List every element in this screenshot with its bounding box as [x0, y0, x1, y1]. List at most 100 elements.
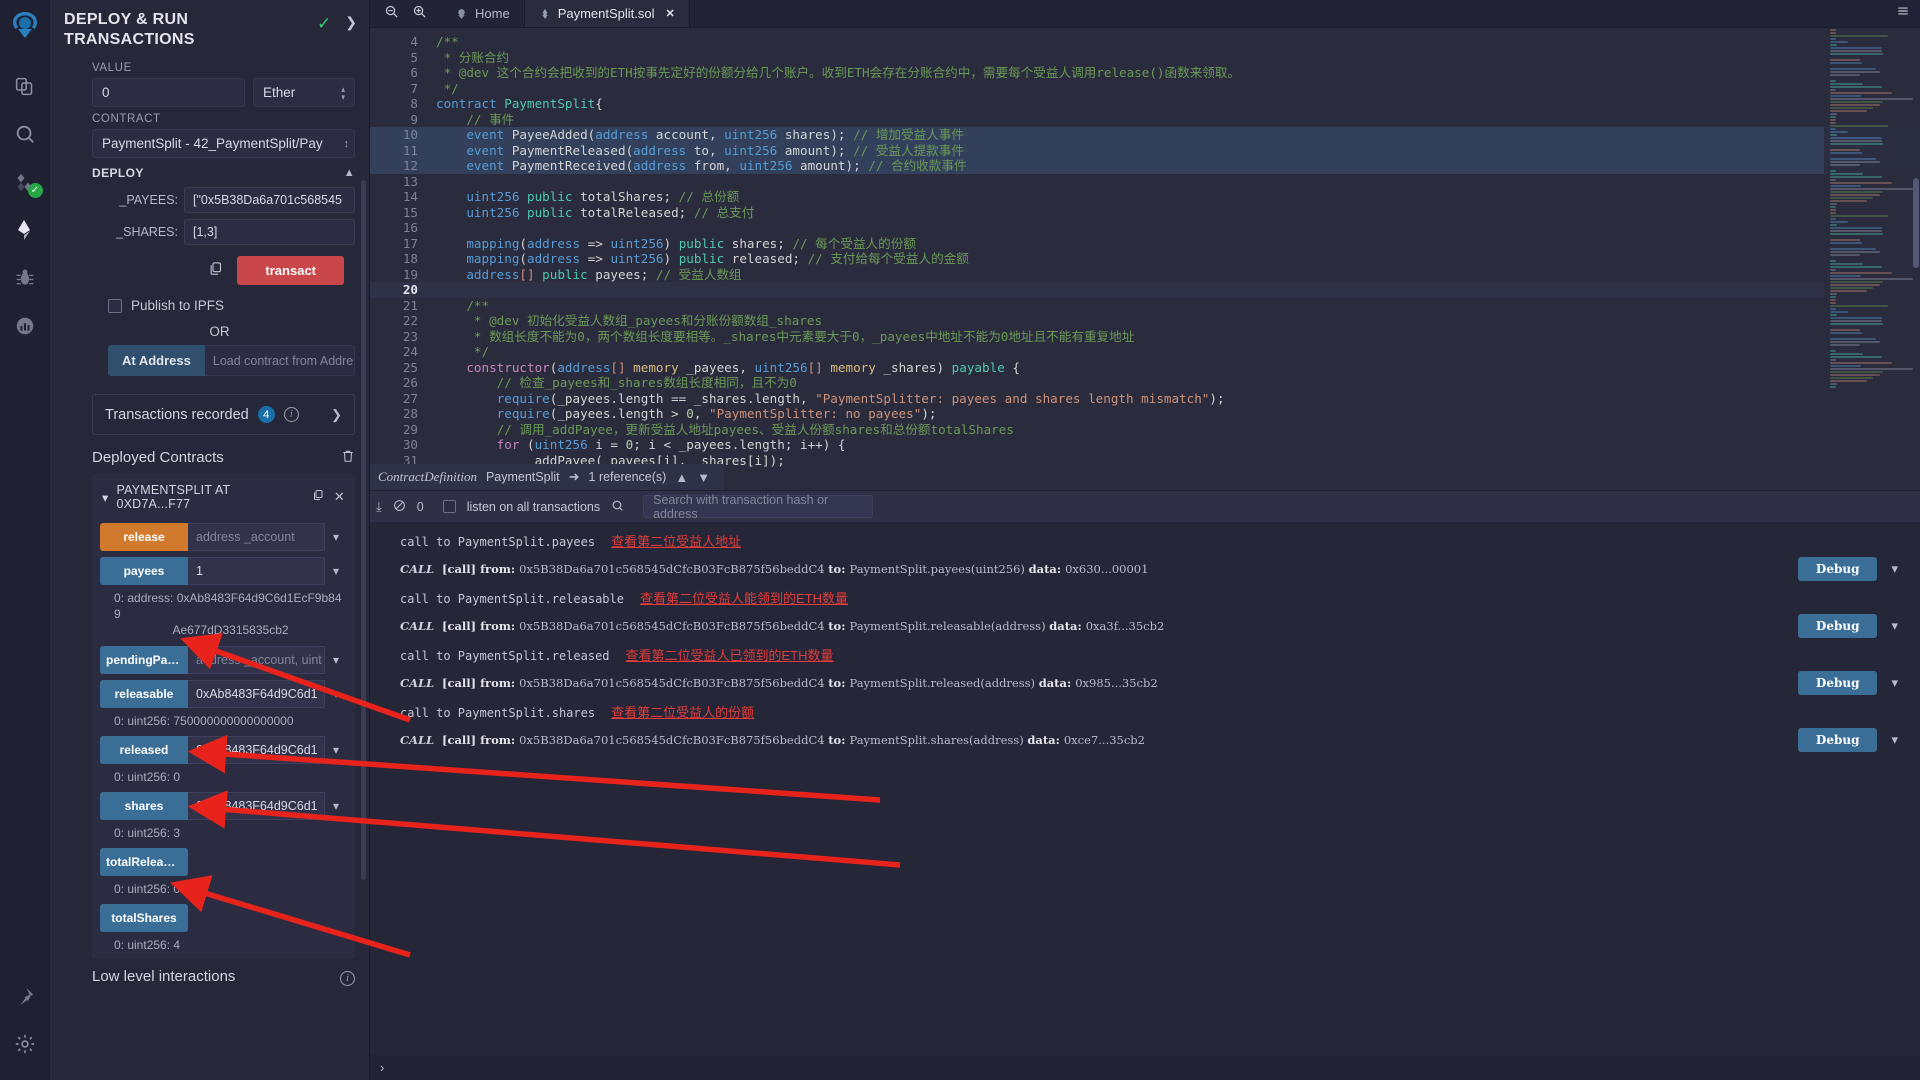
debug-button[interactable]: Debug [1797, 614, 1878, 638]
publish-ipfs-row[interactable]: Publish to IPFS [50, 291, 369, 315]
publish-ipfs-checkbox[interactable] [108, 298, 122, 313]
chevron-down-icon[interactable]: ▾ [1891, 619, 1898, 634]
code-line[interactable]: 10 event PayeeAdded(address account, uin… [370, 127, 1920, 143]
more-icon[interactable] [1896, 4, 1910, 23]
code-line[interactable]: 7 */ [370, 81, 1920, 97]
function-button-payees[interactable]: payees [100, 557, 188, 585]
code-line[interactable]: 8 contract PaymentSplit{ [370, 96, 1920, 112]
info-icon[interactable]: i [340, 968, 355, 986]
transact-button[interactable]: transact [237, 256, 344, 285]
panel-scrollbar[interactable] [361, 180, 366, 880]
value-input[interactable]: 0 [92, 78, 245, 107]
chevron-down-icon[interactable]: ▾ [325, 557, 347, 585]
debugger-icon[interactable] [3, 256, 47, 300]
payees-input[interactable]: ["0x5B38Da6a701c568545 [184, 187, 355, 213]
search-icon[interactable] [3, 112, 47, 156]
terminal-log-row[interactable]: CALL [call] from: 0x5B38Da6a701c568545dCf… [370, 553, 1920, 585]
contract-instance-header[interactable]: ▾ PAYMENTSPLIT AT 0XD7A...F77 ✕ [92, 474, 355, 520]
terminal-search-input[interactable]: Search with transaction hash or address [643, 493, 874, 521]
code-line[interactable]: 9 // 事件 [370, 112, 1920, 128]
deploy-section-header[interactable]: DEPLOY ▲ [50, 158, 369, 184]
function-input[interactable]: address _account, uint [188, 645, 325, 674]
code-line[interactable]: 5 * 分账合约 [370, 50, 1920, 66]
code-line[interactable]: 21 /** [370, 298, 1920, 314]
chevron-down-icon[interactable]: ▾ [325, 523, 347, 551]
debug-button[interactable]: Debug [1797, 557, 1878, 581]
code-editor[interactable]: 4/** 5 * 分账合约 6 * @dev 这个合约会把收到的ETH按事先定好的份… [370, 28, 1920, 490]
terminal-log-row[interactable]: CALL [call] from: 0x5B38Da6a701c568545dCf… [370, 610, 1920, 642]
function-button-released[interactable]: released [100, 735, 188, 764]
code-line[interactable]: 26 // 检查_payees和_shares数组长度相同，且不为0 [370, 375, 1920, 391]
code-line[interactable]: 13 [370, 174, 1920, 190]
code-line[interactable]: 19 address[] public payees; // 受益人数组 [370, 267, 1920, 283]
code-line[interactable]: 16 [370, 220, 1920, 236]
code-line[interactable]: 15 uint256 public totalReleased; // 总支付 [370, 205, 1920, 221]
code-line[interactable]: 28 require(_payees.length > 0, "PaymentS… [370, 406, 1920, 422]
chevron-down-icon[interactable]: ▾ [1891, 562, 1898, 577]
chevron-down-icon[interactable]: ▾ [325, 646, 347, 674]
chevron-down-icon[interactable]: ▼ [697, 470, 710, 485]
info-icon[interactable]: i [283, 407, 299, 422]
tab-paymentsplit-sol[interactable]: PaymentSplit.sol ✕ [524, 0, 690, 27]
code-line[interactable]: 22 * @dev 初始化受益人数组_payees和分账份额数组_shares [370, 313, 1920, 329]
clear-console-icon[interactable] [393, 499, 406, 515]
function-button-pendingpay[interactable]: pendingPay... [100, 645, 188, 674]
deploy-run-icon[interactable] [3, 208, 47, 252]
chevron-right-icon[interactable]: ❯ [345, 14, 357, 34]
code-line[interactable]: 29 // 调用_addPayee，更新受益人地址payees、受益人份额sha… [370, 422, 1920, 438]
function-button-shares[interactable]: shares [100, 791, 188, 820]
code-line[interactable]: 6 * @dev 这个合约会把收到的ETH按事先定好的份额分给几个账户。收到ET… [370, 65, 1920, 81]
settings-gear-icon[interactable] [3, 1022, 47, 1066]
code-line[interactable]: 24 */ [370, 344, 1920, 360]
terminal-log-row[interactable]: CALL [call] from: 0x5B38Da6a701c568545dCf… [370, 667, 1920, 699]
chevron-down-icon[interactable]: ▾ [1891, 733, 1898, 748]
code-line[interactable]: 23 * 数组长度不能为0，两个数组长度要相等。_shares中元素要大于0，_… [370, 329, 1920, 345]
code-line[interactable]: 14 uint256 public totalShares; // 总份额 [370, 189, 1920, 205]
editor-minimap[interactable] [1824, 28, 1920, 490]
code-lines[interactable]: 4/** 5 * 分账合约 6 * @dev 这个合约会把收到的ETH按事先定好的份… [370, 28, 1920, 490]
function-button-totalshares[interactable]: totalShares [100, 904, 188, 933]
expand-terminal-icon[interactable]: › [380, 1060, 384, 1075]
trash-icon[interactable] [341, 449, 355, 466]
goto-reference-icon[interactable]: ➜ [569, 469, 580, 485]
chevron-right-icon[interactable]: ❯ [331, 407, 342, 423]
close-icon[interactable]: ✕ [666, 7, 675, 20]
terminal-scrollbar[interactable] [1911, 0, 1920, 1080]
debug-button[interactable]: Debug [1797, 671, 1878, 695]
code-line[interactable]: 20 [370, 282, 1920, 298]
at-address-input[interactable]: Load contract from Addre [204, 345, 355, 376]
terminal-log[interactable]: call to PaymentSplit.payees 查看第二位受益人地址 CAL… [370, 522, 1920, 1054]
function-input[interactable]: address _account [188, 523, 325, 551]
function-input[interactable]: 0xAb8483F64d9C6d1 [188, 791, 325, 820]
code-line[interactable]: 30 for (uint256 i = 0; i < _payees.lengt… [370, 437, 1920, 453]
function-input[interactable]: 0xAb8483F64d9C6d1 [188, 735, 325, 764]
code-line[interactable]: 17 mapping(address => uint256) public sh… [370, 236, 1920, 252]
chevron-down-icon[interactable]: ▾ [1891, 676, 1898, 691]
shares-input[interactable]: [1,3] [184, 219, 355, 245]
transactions-recorded-section[interactable]: Transactions recorded 4 i ❯ [92, 394, 355, 435]
code-line[interactable]: 18 mapping(address => uint256) public re… [370, 251, 1920, 267]
file-explorer-icon[interactable] [3, 64, 47, 108]
value-unit-select[interactable]: Ether [253, 78, 355, 107]
search-icon[interactable] [611, 499, 624, 515]
function-input[interactable]: 1 [188, 557, 325, 585]
collapse-all-icon[interactable]: ⤓ [376, 499, 382, 515]
chevron-down-icon[interactable]: ▾ [325, 792, 347, 820]
breadcrumb-references[interactable]: 1 reference(s) [589, 470, 667, 484]
copy-address-icon[interactable] [312, 489, 324, 505]
zoom-out-icon[interactable] [384, 4, 399, 24]
terminal-log-row[interactable]: CALL [call] from: 0x5B38Da6a701c568545dCf… [370, 724, 1920, 756]
tab-home[interactable]: Home [441, 0, 525, 27]
function-input[interactable]: 0xAb8483F64d9C6d1 [188, 679, 325, 708]
listen-all-checkbox[interactable] [442, 500, 456, 513]
function-button-totalreleased[interactable]: totalReleased [100, 848, 188, 877]
solidity-compiler-icon[interactable]: ✓ [3, 160, 47, 204]
zoom-in-icon[interactable] [412, 4, 427, 24]
chevron-up-icon[interactable]: ▲ [675, 470, 688, 485]
pin-icon[interactable] [3, 974, 47, 1018]
function-button-release[interactable]: release [100, 523, 188, 551]
plugin-manager-icon[interactable] [3, 304, 47, 348]
code-line[interactable]: 11 event PaymentReleased(address to, uin… [370, 142, 1920, 158]
chevron-down-icon[interactable]: ▾ [102, 490, 108, 505]
code-line[interactable]: 25 constructor(address[] memory _payees,… [370, 360, 1920, 376]
